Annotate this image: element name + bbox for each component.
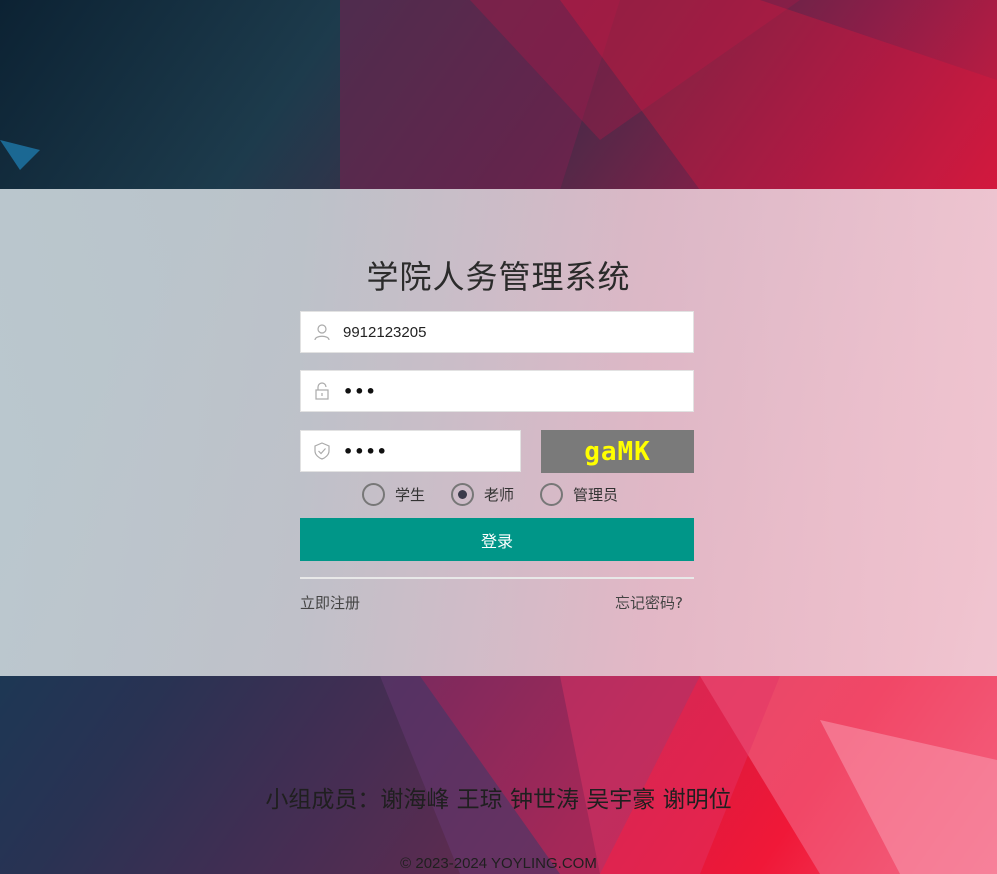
user-icon (301, 312, 343, 352)
lock-icon (301, 371, 343, 411)
divider (300, 577, 694, 579)
copyright: © 2023-2024 YOYLING.COM (400, 855, 597, 872)
role-admin-radio[interactable]: 管理员 (540, 483, 618, 506)
role-selector: 学生 老师 管理员 (362, 483, 644, 506)
team-members: 小组成员：谢海峰 王琼 钟世涛 吴宇豪 谢明位 (265, 787, 732, 813)
radio-circle[interactable] (451, 483, 475, 506)
role-student-radio[interactable]: 学生 (362, 483, 425, 506)
shield-icon (301, 431, 343, 471)
password-value: ••• (343, 381, 377, 401)
role-label: 学生 (395, 486, 426, 504)
password-field[interactable]: ••• (300, 370, 694, 412)
role-label: 老师 (484, 486, 515, 504)
username-field[interactable]: 9912123205 (300, 311, 694, 353)
username-value: 9912123205 (343, 323, 427, 341)
role-teacher-radio[interactable]: 老师 (451, 483, 514, 506)
radio-circle[interactable] (362, 483, 385, 506)
radio-circle[interactable] (540, 483, 564, 506)
login-button[interactable]: 登录 (300, 518, 694, 561)
radio-selected-dot (458, 490, 468, 499)
page-title: 学院人务管理系统 (366, 258, 631, 296)
captcha-input-value: •••• (343, 441, 388, 461)
role-label: 管理员 (573, 486, 619, 504)
forgot-password-link[interactable]: 忘记密码? (615, 592, 683, 613)
captcha-image[interactable]: gaMK (541, 430, 694, 473)
captcha-field[interactable]: •••• (300, 430, 521, 472)
register-link[interactable]: 立即注册 (300, 592, 360, 613)
